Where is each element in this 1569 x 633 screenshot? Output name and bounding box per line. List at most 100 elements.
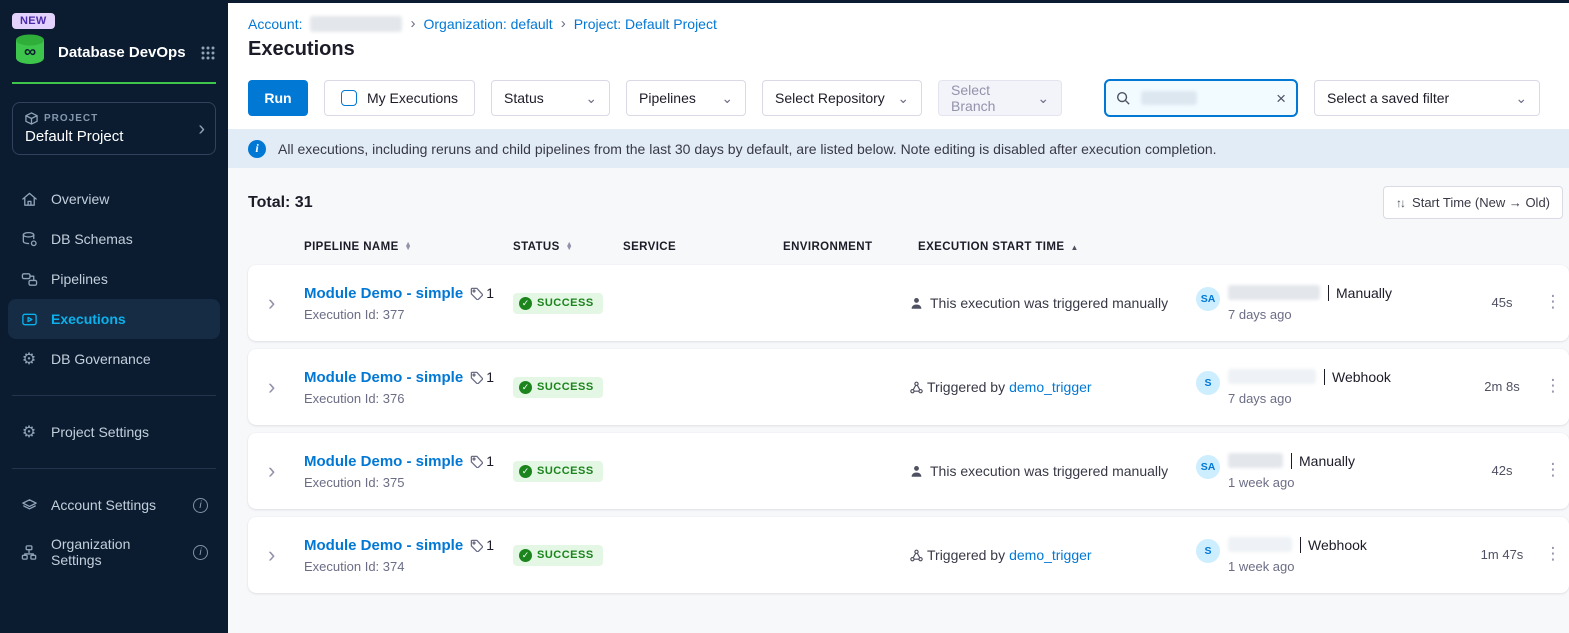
- time-ago: 1 week ago: [1228, 475, 1355, 490]
- sidebar-item-db-schemas[interactable]: DB Schemas: [0, 219, 228, 259]
- execution-row[interactable]: › Module Demo - simple 1 Execution Id: 3…: [248, 349, 1569, 425]
- status-label: SUCCESS: [537, 297, 594, 309]
- pipelines-dropdown[interactable]: Pipelines ⌄: [626, 80, 746, 116]
- expand-chevron-icon[interactable]: ›: [268, 542, 275, 567]
- redacted-account-name: [310, 16, 402, 32]
- tag-count: 1: [486, 453, 494, 469]
- trigger-link[interactable]: demo_trigger: [1009, 379, 1092, 395]
- redacted-user-name: [1228, 369, 1316, 384]
- sidebar-item-pipelines[interactable]: Pipelines: [0, 259, 228, 299]
- column-label: STATUS: [513, 241, 560, 253]
- sort-button[interactable]: ↑↓ Start Time (New → Old): [1383, 186, 1563, 219]
- success-check-icon: ✓: [519, 465, 532, 478]
- success-check-icon: ✓: [519, 381, 532, 394]
- column-header-status[interactable]: STATUS ▲▼: [513, 241, 623, 253]
- pipeline-name-link[interactable]: Module Demo - simple: [304, 285, 463, 302]
- status-dropdown-label: Status: [504, 90, 544, 106]
- sidebar-item-db-governance[interactable]: ⚙ DB Governance: [0, 339, 228, 379]
- sort-both-icon: ▲▼: [405, 243, 412, 252]
- execution-id: Execution Id: 376: [304, 391, 513, 406]
- execution-row[interactable]: › Module Demo - simple 1 Execution Id: 3…: [248, 265, 1569, 341]
- sidebar-item-label: Account Settings: [51, 497, 156, 513]
- sidebar-item-label: Overview: [51, 191, 109, 207]
- avatar[interactable]: SA: [1196, 455, 1220, 479]
- search-input[interactable]: ×: [1104, 79, 1298, 117]
- duration: 45s: [1492, 295, 1513, 310]
- execution-id: Execution Id: 374: [304, 559, 513, 574]
- chevron-right-icon: ›: [561, 15, 566, 32]
- expand-chevron-icon[interactable]: ›: [268, 374, 275, 399]
- start-time-cell: SA Manually 7 days ago: [1196, 285, 1476, 322]
- expand-chevron-icon[interactable]: ›: [268, 458, 275, 483]
- column-header-pipeline-name[interactable]: PIPELINE NAME ▲▼: [304, 241, 513, 253]
- trigger-type: Manually: [1291, 453, 1355, 469]
- webhook-icon: [910, 549, 923, 562]
- run-button[interactable]: Run: [248, 80, 308, 116]
- pipeline-name-link[interactable]: Module Demo - simple: [304, 453, 463, 470]
- avatar[interactable]: S: [1196, 539, 1220, 563]
- new-badge: NEW: [12, 13, 55, 29]
- status-dropdown[interactable]: Status ⌄: [491, 80, 610, 116]
- tag-icon: [470, 287, 483, 300]
- success-check-icon: ✓: [519, 549, 532, 562]
- info-icon[interactable]: i: [193, 498, 208, 513]
- saved-filter-dropdown[interactable]: Select a saved filter ⌄: [1314, 80, 1540, 116]
- time-ago: 1 week ago: [1228, 559, 1367, 574]
- checkbox-icon[interactable]: [341, 90, 357, 106]
- chevron-down-icon: ⌄: [1515, 91, 1527, 105]
- sort-updown-icon: ↑↓: [1396, 196, 1404, 210]
- status-badge: ✓ SUCCESS: [513, 293, 603, 314]
- my-executions-checkbox[interactable]: My Executions: [324, 80, 475, 116]
- column-header-service: SERVICE: [623, 241, 783, 253]
- status-badge: ✓ SUCCESS: [513, 377, 603, 398]
- row-menu-icon[interactable]: ⋮: [1545, 376, 1562, 395]
- status-badge: ✓ SUCCESS: [513, 461, 603, 482]
- project-selector[interactable]: PROJECT Default Project ›: [12, 102, 216, 155]
- breadcrumb-organization[interactable]: Organization: default: [423, 16, 552, 32]
- cube-icon: [25, 112, 38, 125]
- row-menu-icon[interactable]: ⋮: [1545, 292, 1562, 311]
- sidebar-item-organization-settings[interactable]: Organization Settings i: [0, 525, 228, 579]
- pipeline-name-link[interactable]: Module Demo - simple: [304, 537, 463, 554]
- page-header: Account: › Organization: default › Proje…: [228, 3, 1569, 71]
- column-header-execution-start-time[interactable]: EXECUTION START TIME ▲: [918, 241, 1198, 253]
- info-icon[interactable]: i: [193, 545, 208, 560]
- my-executions-label: My Executions: [367, 90, 458, 106]
- pipeline-name-link[interactable]: Module Demo - simple: [304, 369, 463, 386]
- module-grid-icon[interactable]: [200, 45, 216, 61]
- project-name: Default Project: [25, 128, 203, 145]
- chevron-right-icon[interactable]: ›: [198, 119, 205, 139]
- tag-count: 1: [486, 369, 494, 385]
- row-menu-icon[interactable]: ⋮: [1545, 460, 1562, 479]
- expand-chevron-icon[interactable]: ›: [268, 290, 275, 315]
- breadcrumb-account[interactable]: Account:: [248, 16, 302, 32]
- sidebar-item-account-settings[interactable]: Account Settings i: [0, 485, 228, 525]
- sidebar-item-overview[interactable]: Overview: [0, 179, 228, 219]
- pipelines-icon: [20, 270, 38, 288]
- sidebar-item-project-settings[interactable]: ⚙ Project Settings: [0, 412, 228, 452]
- execution-row[interactable]: › Module Demo - simple 1 Execution Id: 3…: [248, 433, 1569, 509]
- avatar[interactable]: SA: [1196, 287, 1220, 311]
- trigger-type: Webhook: [1324, 369, 1391, 385]
- total-count: Total: 31: [248, 194, 313, 212]
- repository-dropdown[interactable]: Select Repository ⌄: [762, 80, 922, 116]
- db-schemas-icon: [20, 230, 38, 248]
- chevron-right-icon: ›: [410, 15, 415, 32]
- redacted-user-name: [1228, 537, 1292, 552]
- breadcrumb-project[interactable]: Project: Default Project: [574, 16, 717, 32]
- redacted-user-name: [1228, 285, 1320, 300]
- avatar[interactable]: S: [1196, 371, 1220, 395]
- person-icon: [910, 297, 923, 310]
- row-menu-icon[interactable]: ⋮: [1545, 544, 1562, 563]
- sidebar-item-executions[interactable]: Executions: [8, 299, 220, 339]
- trigger-link[interactable]: demo_trigger: [1009, 547, 1092, 563]
- brand-underline: [12, 82, 216, 84]
- redacted-search-text: [1141, 91, 1197, 105]
- execution-row[interactable]: › Module Demo - simple 1 Execution Id: 3…: [248, 517, 1569, 593]
- status-badge: ✓ SUCCESS: [513, 545, 603, 566]
- app-title: Database DevOps: [58, 44, 190, 61]
- clear-search-icon[interactable]: ×: [1276, 90, 1286, 107]
- saved-filter-label: Select a saved filter: [1327, 90, 1449, 106]
- start-time-cell: S Webhook 1 week ago: [1196, 537, 1476, 574]
- trigger-type: Manually: [1328, 285, 1392, 301]
